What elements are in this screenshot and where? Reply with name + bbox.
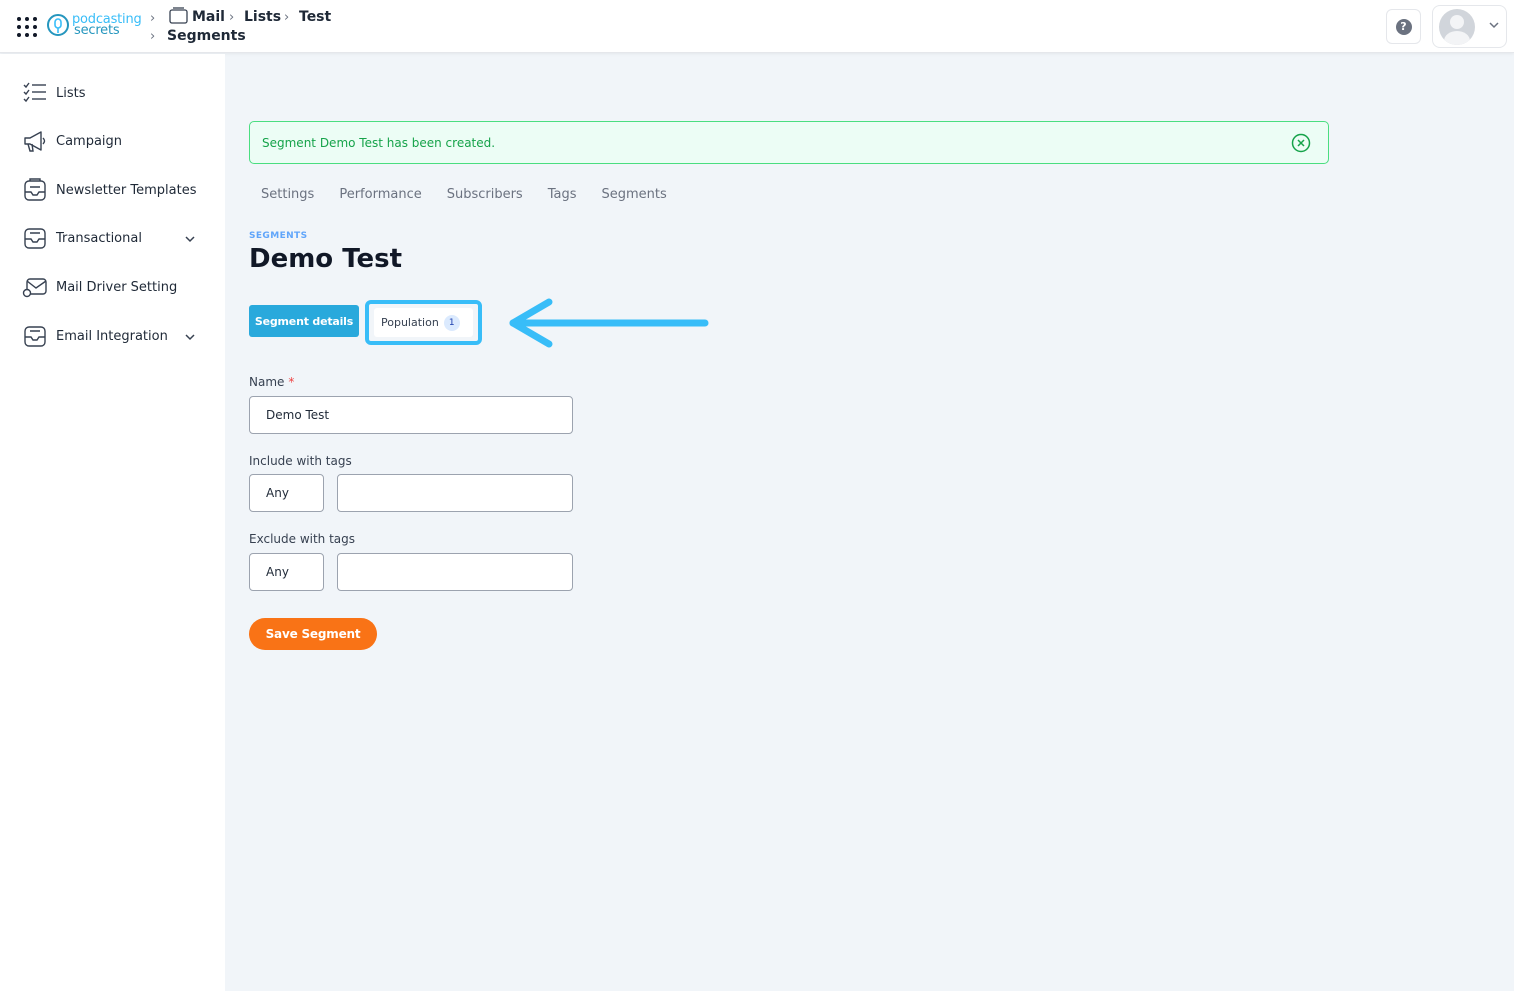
newsletter-icon (24, 178, 46, 201)
mail-folder-icon (169, 7, 188, 24)
exclude-mode-value: Any (266, 565, 289, 579)
podcasting-secrets-logo[interactable]: podcasting secrets (46, 9, 146, 41)
apps-grid-icon[interactable] (17, 17, 37, 37)
population-button[interactable]: Population 1 (374, 308, 473, 337)
tab-tags[interactable]: Tags (548, 187, 577, 202)
list-tabs: Settings Performance Subscribers Tags Se… (261, 187, 692, 202)
close-icon[interactable] (1291, 133, 1311, 153)
sidebar-item-mail-driver-setting[interactable]: Mail Driver Setting (22, 274, 202, 300)
save-segment-button[interactable]: Save Segment (249, 618, 377, 650)
tab-subscribers[interactable]: Subscribers (447, 187, 523, 202)
sidebar-item-lists[interactable]: Lists (22, 80, 202, 106)
inbox-icon (24, 326, 46, 347)
exclude-mode-select[interactable]: Any (249, 553, 324, 591)
tab-segments[interactable]: Segments (602, 187, 667, 202)
user-menu-button[interactable] (1432, 5, 1507, 48)
alert-message: Segment Demo Test has been created. (262, 136, 496, 150)
exclude-tags-input[interactable] (337, 553, 573, 591)
chevron-down-icon (1489, 22, 1499, 29)
sidebar-item-transactional[interactable]: Transactional (22, 225, 202, 251)
name-field-value: Demo Test (266, 408, 330, 422)
breadcrumb-test[interactable]: Test (299, 9, 331, 25)
sidebar-item-email-integration[interactable]: Email Integration (22, 323, 202, 349)
avatar (1439, 9, 1475, 45)
required-marker: * (288, 375, 295, 389)
breadcrumb-mail[interactable]: Mail (192, 9, 225, 25)
top-header: podcasting secrets › Mail › Lists › Test… (0, 0, 1514, 53)
inbox-icon (24, 228, 46, 249)
breadcrumb-separator: › (284, 10, 290, 25)
sidebar-item-label: Email Integration (56, 328, 168, 344)
microphone-logo-icon (47, 14, 69, 36)
sidebar-item-label: Lists (56, 85, 86, 101)
tab-settings[interactable]: Settings (261, 187, 314, 202)
page-title: Demo Test (249, 244, 403, 274)
name-label: Name * (249, 375, 294, 389)
breadcrumb-lists[interactable]: Lists (244, 9, 281, 25)
segment-details-button[interactable]: Segment details (249, 305, 359, 337)
arrow-left-icon (509, 298, 709, 348)
include-tags-input[interactable] (337, 474, 573, 512)
sidebar-item-label: Newsletter Templates (56, 182, 197, 198)
breadcrumb-segments[interactable]: Segments (167, 28, 246, 44)
population-label: Population (381, 316, 439, 329)
breadcrumb-separator: › (150, 11, 156, 26)
breadcrumb-separator: › (229, 10, 235, 25)
chevron-down-icon[interactable] (184, 233, 196, 245)
include-tags-label: Include with tags (249, 454, 352, 468)
name-label-text: Name (249, 375, 285, 389)
question-circle-icon: ? (1395, 18, 1412, 35)
chevron-down-icon[interactable] (184, 331, 196, 343)
breadcrumb-separator: › (150, 29, 156, 44)
population-count-badge: 1 (443, 314, 460, 331)
sidebar-item-label: Transactional (56, 230, 142, 246)
help-button[interactable]: ? (1386, 9, 1421, 44)
logo-text: podcasting secrets (72, 13, 142, 37)
include-mode-select[interactable]: Any (249, 474, 324, 512)
exclude-tags-label: Exclude with tags (249, 532, 356, 546)
sidebar-item-label: Mail Driver Setting (56, 279, 178, 295)
sidebar-item-campaign[interactable]: Campaign (22, 128, 202, 154)
mail-driver-icon (22, 278, 47, 298)
sidebar-item-newsletter-templates[interactable]: Newsletter Templates (22, 177, 202, 203)
megaphone-icon (24, 131, 46, 152)
tab-performance[interactable]: Performance (339, 187, 421, 202)
include-mode-value: Any (266, 486, 289, 500)
page-eyebrow: SEGMENTS (249, 231, 308, 241)
checklist-icon (23, 82, 46, 103)
sidebar: Lists Campaign Newsletter Templates Tran… (0, 54, 225, 991)
name-field[interactable]: Demo Test (249, 396, 573, 434)
success-alert: Segment Demo Test has been created. (249, 121, 1329, 164)
sidebar-item-label: Campaign (56, 133, 123, 149)
